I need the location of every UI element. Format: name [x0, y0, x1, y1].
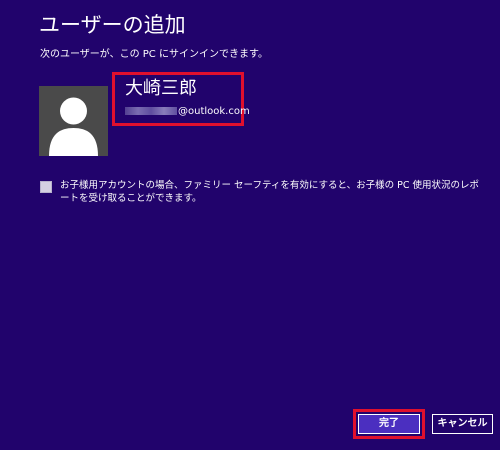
user-email-domain: @outlook.com: [178, 105, 250, 117]
email-redaction: [125, 107, 177, 115]
page-title: ユーザーの追加: [39, 13, 186, 37]
done-button[interactable]: 完了: [358, 414, 420, 434]
family-safety-checkbox[interactable]: [40, 181, 52, 193]
user-avatar-icon: [39, 86, 108, 156]
user-email: @outlook.com: [125, 104, 250, 118]
page-subtitle: 次のユーザーが、この PC にサインインできます。: [40, 49, 268, 60]
cancel-button[interactable]: キャンセル: [432, 414, 493, 434]
family-safety-label: お子様用アカウントの場合、ファミリー セーフティを有効にすると、お子様の PC …: [60, 180, 479, 204]
user-info-highlight: 大崎三郎 @outlook.com: [112, 72, 250, 126]
user-name: 大崎三郎: [125, 78, 197, 99]
